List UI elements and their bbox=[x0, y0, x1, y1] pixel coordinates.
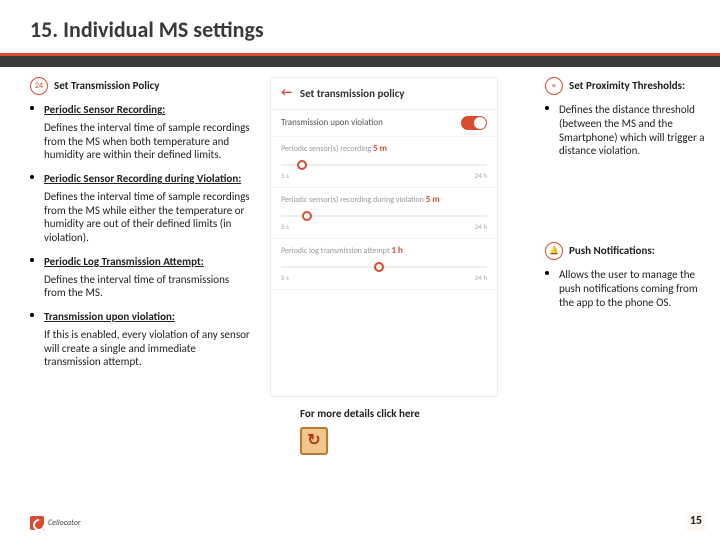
bell-icon: 🔔 bbox=[545, 242, 563, 260]
back-arrow-icon[interactable]: ← bbox=[281, 86, 292, 101]
toggle-label: Transmission upon violation bbox=[281, 117, 383, 128]
clock-24-icon: 24 bbox=[30, 77, 48, 95]
slider-knob-icon[interactable] bbox=[297, 160, 307, 170]
phone-screenshot: ← Set transmission policy Transmission u… bbox=[270, 77, 498, 397]
list-item: Defines the distance threshold (between … bbox=[545, 103, 705, 158]
bullet-icon bbox=[30, 313, 34, 317]
slider-value: 5 m bbox=[373, 143, 387, 154]
slider[interactable] bbox=[281, 160, 487, 170]
slider[interactable] bbox=[281, 211, 487, 221]
brand-name: Cellocator bbox=[48, 518, 81, 528]
proximity-label: Set Proximity Thresholds: bbox=[569, 79, 685, 93]
item-heading: Periodic Sensor Recording: bbox=[44, 103, 250, 117]
item-body: Defines the interval time of transmissio… bbox=[44, 273, 250, 301]
slider[interactable] bbox=[281, 262, 487, 272]
bullet-icon bbox=[30, 106, 34, 110]
brand-footer: Cellocator bbox=[30, 516, 81, 530]
transmission-policy-label: Set Transmission Policy bbox=[54, 79, 159, 93]
item-heading: Periodic Log Transmission Attempt: bbox=[44, 255, 250, 269]
slider-knob-icon[interactable] bbox=[374, 262, 384, 272]
list-item: Allows the user to manage the push notif… bbox=[545, 268, 705, 309]
brand-logo-icon bbox=[30, 516, 44, 530]
slider-section-label: Periodic log transmission attempt 1 h bbox=[271, 239, 497, 258]
item-body: Defines the distance threshold (between … bbox=[559, 103, 705, 158]
item-heading: Transmission upon violation: bbox=[44, 310, 250, 324]
item-body: Allows the user to manage the push notif… bbox=[559, 268, 705, 309]
slider-value: 5 m bbox=[426, 194, 440, 205]
push-notif-header: 🔔 Push Notifications: bbox=[545, 242, 705, 260]
bullet-icon bbox=[545, 106, 549, 110]
item-body: If this is enabled, every violation of a… bbox=[44, 328, 250, 369]
slider-section-label: Periodic sensor(s) recording during viol… bbox=[271, 188, 497, 207]
slider-section-label: Periodic sensor(s) recording 5 m bbox=[271, 137, 497, 156]
list-item: Transmission upon violation: If this is … bbox=[30, 310, 250, 369]
item-heading: Periodic Sensor Recording during Violati… bbox=[44, 172, 250, 186]
header-bar bbox=[0, 53, 720, 67]
list-item: Periodic Log Transmission Attempt: Defin… bbox=[30, 255, 250, 300]
slider-knob-icon[interactable] bbox=[302, 211, 312, 221]
slider-range-labels: 5 s24 h bbox=[271, 172, 497, 187]
list-item: Periodic Sensor Recording during Violati… bbox=[30, 172, 250, 245]
slider-range-labels: 5 s24 h bbox=[271, 274, 497, 289]
reload-icon[interactable]: ↻ bbox=[300, 427, 328, 455]
bullet-icon bbox=[545, 271, 549, 275]
list-item: Periodic Sensor Recording: Defines the i… bbox=[30, 103, 250, 162]
more-details-text: For more details click here bbox=[300, 407, 420, 420]
page-title: 15. Individual MS settings bbox=[30, 16, 690, 43]
proximity-header: ≡ Set Proximity Thresholds: bbox=[545, 77, 705, 95]
phone-screen-title: Set transmission policy bbox=[300, 87, 405, 101]
push-notif-label: Push Notifications: bbox=[569, 244, 655, 258]
slider-value: 1 h bbox=[391, 245, 402, 256]
page-number: 15 bbox=[686, 512, 706, 530]
transmission-policy-header: 24 Set Transmission Policy bbox=[30, 77, 250, 95]
bullet-icon bbox=[30, 175, 34, 179]
slider-range-labels: 5 s24 h bbox=[271, 223, 497, 238]
item-body: Defines the interval time of sample reco… bbox=[44, 190, 250, 245]
item-body: Defines the interval time of sample reco… bbox=[44, 121, 250, 162]
violation-toggle[interactable] bbox=[461, 116, 487, 130]
sliders-icon: ≡ bbox=[545, 77, 563, 95]
more-details-link[interactable]: For more details click here ↻ bbox=[300, 407, 420, 455]
bullet-icon bbox=[30, 258, 34, 262]
